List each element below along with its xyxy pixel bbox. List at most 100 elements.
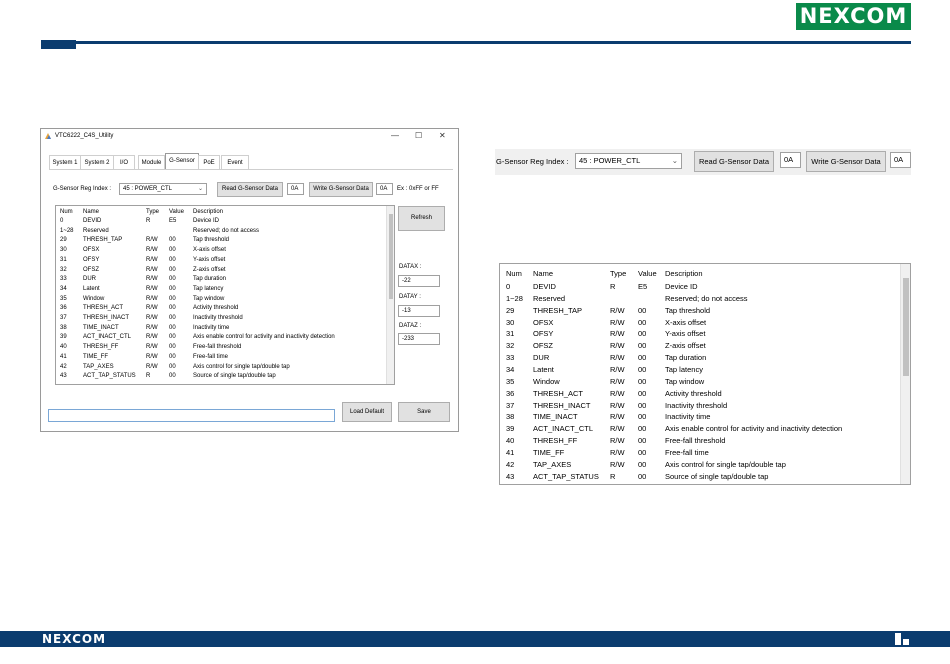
close-icon[interactable]: ✕ [439,131,446,140]
table-cell: Tap window [193,295,225,302]
table-cell: R/W [610,447,625,457]
table-row[interactable]: 36 THRESH_ACT R/W 00 Activity threshold [500,389,902,401]
table-row[interactable]: 41 TIME_FF R/W 00 Free-fall time [500,448,902,460]
column-header[interactable]: Name [533,269,553,278]
zoomed-register-table[interactable]: Num Name Type Value Description 0 DEVID R E5 Devi… [499,263,911,485]
table-row[interactable]: 36 THRESH_ACT R/W 00 Activity threshold [56,305,388,315]
column-header[interactable]: Num [506,269,522,278]
table-row[interactable]: 40 THRESH_FF R/W 00 Free-fall threshold [500,436,902,448]
table-row[interactable]: 37 THRESH_INACT R/W 00 Inactivity threshold [500,401,902,413]
table-row[interactable]: 1~28 Reserved Reserved; do not access [56,228,388,238]
table-cell: R/W [610,388,625,398]
tab-event[interactable]: Event [221,155,249,170]
table-row[interactable]: 30 OFSX R/W 00 X-axis offset [56,247,388,257]
table-row[interactable]: 39 ACT_INACT_CTL R/W 00 Axis enable control … [56,334,388,344]
table-row[interactable]: 35 Window R/W 00 Tap window [56,296,388,306]
table-cell: R/W [146,315,158,321]
column-header[interactable]: Num [60,209,73,215]
table-row[interactable]: 33 DUR R/W 00 Tap duration [56,276,388,286]
column-header[interactable]: Description [193,209,223,215]
column-header[interactable]: Type [146,209,159,215]
table-row[interactable]: 30 OFSX R/W 00 X-axis offset [500,318,902,330]
minimize-icon[interactable]: — [391,131,399,140]
load-default-button[interactable]: Load Default [342,402,392,422]
tab-g-sensor[interactable]: G-Sensor [165,153,199,170]
table-cell: 1~28 [506,293,523,303]
table-cell: 00 [638,412,647,422]
table-cell: R/W [146,324,158,331]
table-row[interactable]: 42 TAP_AXES R/W 00 Axis control for single t… [56,364,388,374]
maximize-icon[interactable]: ☐ [415,131,422,140]
datay-field: -13 [398,305,440,317]
table-cell: 00 [638,317,647,327]
write-value-field[interactable]: 0A [376,183,393,195]
table-cell: THRESH_INACT [83,315,130,321]
reg-index-select[interactable]: 45 : POWER_CTL ⌄ [119,183,207,195]
tab-system-1[interactable]: System 1 [49,155,81,170]
vertical-scrollbar[interactable] [386,206,394,384]
table-row[interactable]: 38 TIME_INACT R/W 00 Inactivity time [500,412,902,424]
table-row[interactable]: 32 OFSZ R/W 00 Z-axis offset [56,267,388,277]
app-icon [45,133,51,139]
table-row[interactable]: 34 Latent R/W 00 Tap latency [56,286,388,296]
table-cell: 00 [638,376,647,386]
table-cell: R/W [146,256,158,263]
column-header[interactable]: Value [638,269,657,278]
zoom-read-value-field[interactable]: 0A [780,152,801,168]
column-header[interactable]: Type [610,269,626,278]
table-row[interactable]: 42 TAP_AXES R/W 00 Axis control for single t… [500,460,902,472]
scrollbar-thumb[interactable] [903,278,909,376]
dataz-label: DATAZ : [399,323,422,329]
column-header[interactable]: Description [665,269,703,278]
zoom-write-value-field[interactable]: 0A [890,152,911,168]
table-cell: R [610,282,616,291]
tab-io[interactable]: I/O [113,155,135,170]
table-row[interactable]: 40 THRESH_FF R/W 00 Free-fall threshold [56,344,388,354]
table-row[interactable]: 1~28 Reserved Reserved; do not access [500,294,902,306]
table-cell: 00 [169,276,176,283]
table-row[interactable]: 31 OFSY R/W 00 Y-axis offset [500,329,902,341]
read-value-field[interactable]: 0A [287,183,304,195]
column-header[interactable]: Value [169,209,184,215]
table-row[interactable]: 38 TIME_INACT R/W 00 Inactivity time [56,325,388,335]
table-row[interactable]: 41 TIME_FF R/W 00 Free-fall time [56,354,388,364]
vertical-scrollbar[interactable] [900,264,910,484]
table-cell: Device ID [665,282,698,291]
save-button[interactable]: Save [398,402,450,422]
table-row[interactable]: 29 THRESH_TAP R/W 00 Tap threshold [500,306,902,318]
table-cell: 39 [60,334,67,341]
table-cell: Free-fall threshold [665,436,726,446]
table-row[interactable]: 0 DEVID R E5 Device ID [500,282,902,294]
table-row[interactable]: 0 DEVID R E5 Device ID [56,218,388,228]
table-row[interactable]: 33 DUR R/W 00 Tap duration [500,353,902,365]
table-cell: 00 [638,459,647,469]
table-cell: Axis enable control for activity and ina… [665,424,843,434]
table-row[interactable]: 43 ACT_TAP_STATUS R 00 Source of single tap/… [500,472,902,484]
table-cell: R/W [146,285,158,292]
read-g-sensor-button[interactable]: Read G-Sensor Data [217,182,283,197]
table-row[interactable]: 37 THRESH_INACT R/W 00 Inactivity threshold [56,315,388,325]
scrollbar-thumb[interactable] [389,214,393,299]
tab-system-2[interactable]: System 2 [80,155,114,170]
table-cell: R/W [610,424,625,434]
zoom-reg-index-select[interactable]: 45 : POWER_CTL ⌄ [575,153,682,169]
table-row[interactable]: 29 THRESH_TAP R/W 00 Tap threshold [56,237,388,247]
table-cell: R/W [146,237,158,244]
write-g-sensor-button[interactable]: Write G-Sensor Data [309,182,373,197]
tab-module[interactable]: Module [138,155,165,170]
table-row[interactable]: 43 ACT_TAP_STATUS R 00 Source of single tap/… [56,373,388,383]
tab-poe[interactable]: PoE [198,155,220,170]
table-row[interactable]: 35 Window R/W 00 Tap window [500,377,902,389]
table-row[interactable]: 32 OFSZ R/W 00 Z-axis offset [500,341,902,353]
zoom-write-g-sensor-button[interactable]: Write G-Sensor Data [806,151,886,172]
table-cell: R [146,218,151,224]
table-row[interactable]: 34 Latent R/W 00 Tap latency [500,365,902,377]
table-cell: TIME_FF [533,447,565,457]
table-row[interactable]: 39 ACT_INACT_CTL R/W 00 Axis enable control … [500,424,902,436]
register-table[interactable]: Num Name Type Value Description 0 DEVID R E5 Devi… [55,205,395,385]
table-cell: 35 [60,295,67,302]
zoom-read-g-sensor-button[interactable]: Read G-Sensor Data [694,151,774,172]
table-row[interactable]: 31 OFSY R/W 00 Y-axis offset [56,257,388,267]
refresh-button[interactable]: Refresh [398,206,445,231]
column-header[interactable]: Name [83,209,99,215]
